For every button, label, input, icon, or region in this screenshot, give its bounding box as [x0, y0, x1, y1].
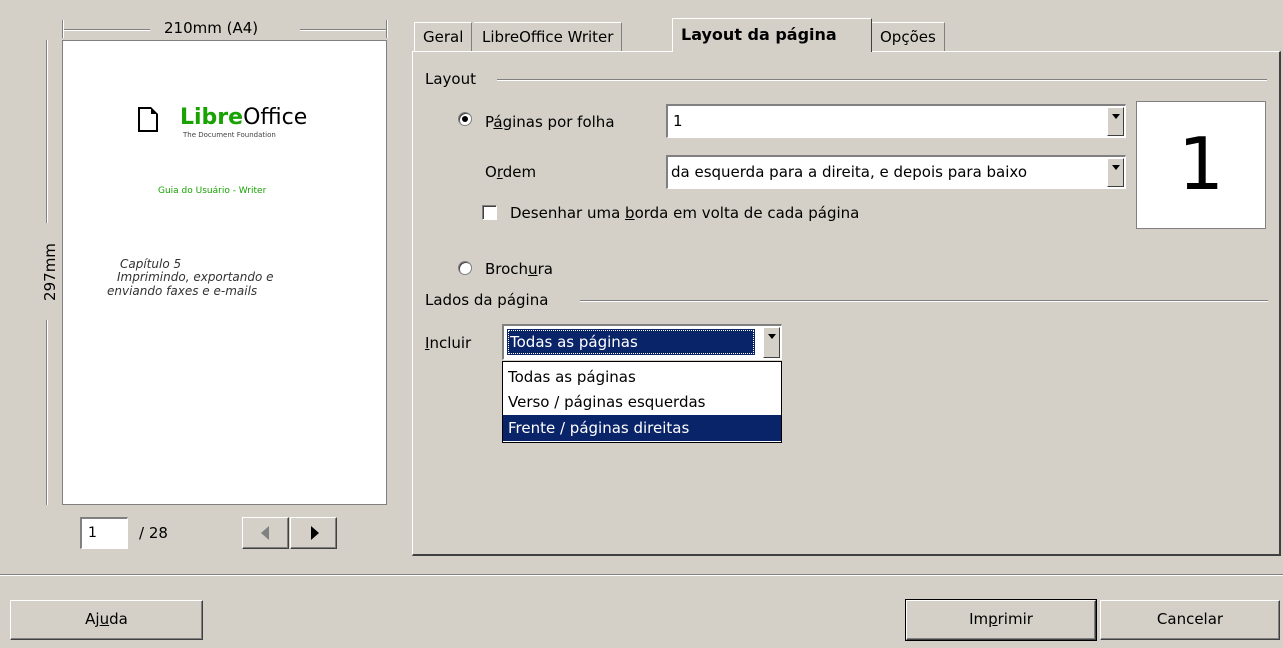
dropdown-option-highlighted[interactable]: Frente / páginas direitas [503, 415, 781, 441]
pages-per-sheet-value: 1 [673, 112, 683, 130]
tab-options[interactable]: Opções [872, 22, 945, 52]
pages-layout-preview: 1 [1136, 101, 1266, 229]
help-button[interactable]: Ajuda [10, 600, 203, 640]
chevron-down-icon[interactable] [1107, 107, 1124, 136]
page-width-label: 210mm (A4) [164, 19, 259, 37]
draw-border-checkbox[interactable] [482, 205, 497, 220]
dropdown-option[interactable]: Verso / páginas esquerdas [503, 390, 781, 415]
page-sides-group-label: Lados da página [425, 291, 549, 309]
dimension-tick [62, 20, 64, 38]
page-total-label: / 28 [139, 524, 168, 542]
chapter-subtitle-2: enviando faxes e e-mails [107, 284, 258, 298]
order-label: Ordem [485, 163, 537, 181]
tab-libreoffice-writer[interactable]: LibreOffice Writer [474, 22, 623, 52]
include-selected-value: Todas as páginas [507, 329, 755, 355]
chapter-subtitle-1: Imprimindo, exportando e [117, 270, 274, 284]
order-value: da esquerda para a direita, e depois par… [671, 163, 1028, 181]
tab-page-layout[interactable]: Layout da página [672, 18, 872, 52]
logo-office: Office [243, 105, 308, 130]
chevron-down-icon[interactable] [1107, 158, 1124, 187]
guide-title: Guia do Usuário - Writer [158, 186, 267, 196]
include-dropdown-list: Todas as páginas Verso / páginas esquerd… [502, 361, 782, 443]
pages-per-sheet-radio[interactable] [458, 112, 472, 126]
dimension-line-bottom [46, 320, 48, 505]
arrow-right-icon [311, 526, 319, 540]
dimension-tick [386, 20, 388, 38]
logo-libre: Libre [180, 105, 244, 130]
page-number-input[interactable]: 1 [80, 517, 128, 549]
layout-group-separator [497, 79, 1267, 81]
footer-separator [0, 574, 1283, 576]
brochure-label: Brochura [485, 260, 553, 278]
print-button[interactable]: Imprimir [905, 599, 1097, 641]
logo-text: LibreOffice [180, 105, 307, 131]
previous-page-button[interactable] [242, 517, 289, 549]
dimension-line-top [46, 40, 48, 223]
dropdown-option[interactable]: Todas as páginas [503, 365, 781, 390]
draw-border-label: Desenhar uma borda em volta de cada pági… [510, 204, 860, 222]
arrow-left-icon [261, 526, 269, 540]
brochure-radio[interactable] [458, 261, 472, 275]
next-page-button[interactable] [290, 517, 337, 549]
document-icon [138, 107, 158, 132]
tab-general[interactable]: Geral [414, 22, 473, 52]
logo-tagline: The Document Foundation [183, 131, 276, 139]
cancel-button[interactable]: Cancelar [1100, 600, 1280, 640]
layout-group-label: Layout [425, 70, 476, 88]
pages-per-sheet-select[interactable]: 1 [666, 104, 1126, 138]
include-label: Incluir [425, 334, 472, 352]
dimension-line-right [300, 29, 386, 31]
chapter-title: Capítulo 5 [120, 257, 182, 271]
page-sides-separator [580, 300, 1268, 302]
page-height-label: 297mm [41, 243, 59, 301]
chevron-down-icon[interactable] [763, 327, 780, 358]
page-preview: LibreOffice The Document Foundation Guia… [62, 40, 387, 505]
include-select[interactable]: Todas as páginas [502, 324, 782, 360]
pages-per-sheet-label: Páginas por folha [485, 113, 615, 131]
dimension-line-left [62, 29, 150, 31]
order-select[interactable]: da esquerda para a direita, e depois par… [666, 155, 1126, 189]
